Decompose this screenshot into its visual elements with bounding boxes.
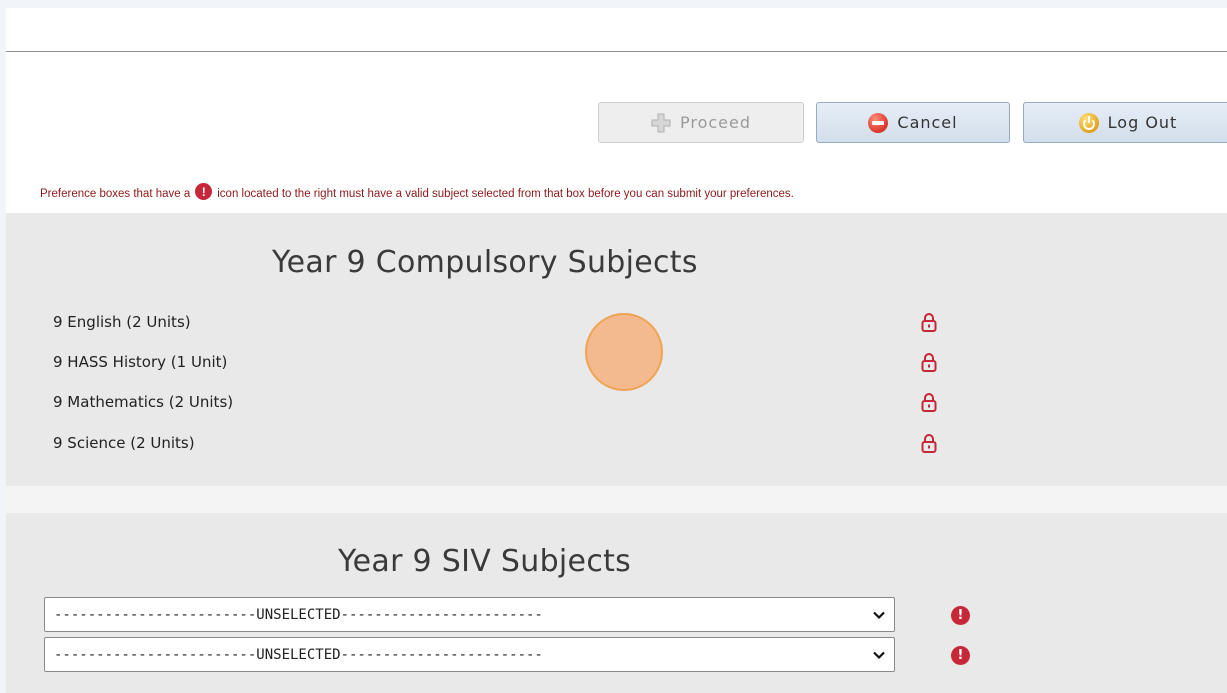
- select-value: ------------------------UNSELECTED------…: [54, 646, 543, 663]
- proceed-button[interactable]: Proceed: [598, 102, 804, 143]
- warning-icon: !: [195, 183, 213, 200]
- plus-icon: [651, 113, 671, 132]
- power-icon: [1078, 112, 1099, 133]
- lock-icon: [921, 434, 937, 453]
- subject-selection-page: Proceed Cancel Log Out Preference boxes …: [6, 8, 1227, 693]
- log-out-button[interactable]: Log Out: [1023, 102, 1227, 143]
- compulsory-section-title: Year 9 Compulsory Subjects: [272, 245, 698, 280]
- siv-preference-select[interactable]: ------------------------UNSELECTED------…: [44, 637, 895, 672]
- select-value: ------------------------UNSELECTED------…: [54, 606, 543, 623]
- section-divider: [6, 486, 1227, 513]
- log-out-label: Log Out: [1107, 113, 1178, 132]
- proceed-label: Proceed: [679, 113, 752, 132]
- chevron-down-icon: [873, 611, 885, 620]
- siv-section-title: Year 9 SIV Subjects: [338, 544, 632, 579]
- notice-text-before: Preference boxes that have a: [40, 187, 191, 200]
- subject-row: 9 English (2 Units): [53, 313, 191, 331]
- subject-row: 9 Mathematics (2 Units): [53, 393, 234, 411]
- warning-icon: !: [951, 646, 970, 665]
- click-indicator: [585, 313, 663, 391]
- notice-text-after: icon located to the right must have a va…: [217, 187, 794, 200]
- preference-notice: Preference boxes that have a ! icon loca…: [40, 183, 794, 202]
- header-divider: [6, 51, 1227, 52]
- siv-preference-select[interactable]: ------------------------UNSELECTED------…: [44, 597, 895, 632]
- chevron-down-icon: [873, 651, 885, 660]
- cancel-icon: [868, 112, 889, 133]
- warning-icon: !: [951, 606, 970, 625]
- cancel-button[interactable]: Cancel: [816, 102, 1010, 143]
- siv-subjects-section: Year 9 SIV Subjects --------------------…: [6, 513, 1227, 693]
- cancel-label: Cancel: [897, 113, 958, 132]
- lock-icon: [921, 393, 937, 412]
- lock-icon: [921, 353, 937, 372]
- lock-icon: [921, 313, 937, 332]
- subject-row: 9 Science (2 Units): [53, 434, 195, 452]
- subject-row: 9 HASS History (1 Unit): [53, 353, 228, 371]
